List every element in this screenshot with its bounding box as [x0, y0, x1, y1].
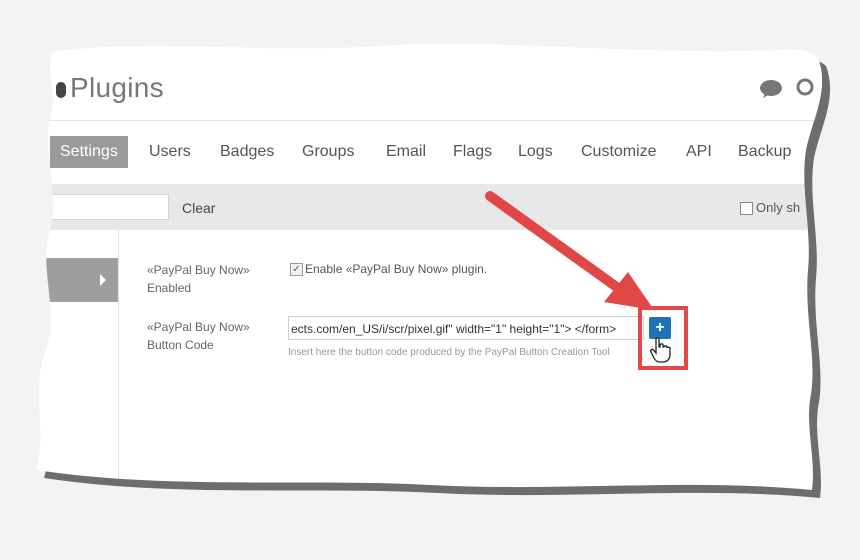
callout-arrow	[485, 191, 654, 310]
